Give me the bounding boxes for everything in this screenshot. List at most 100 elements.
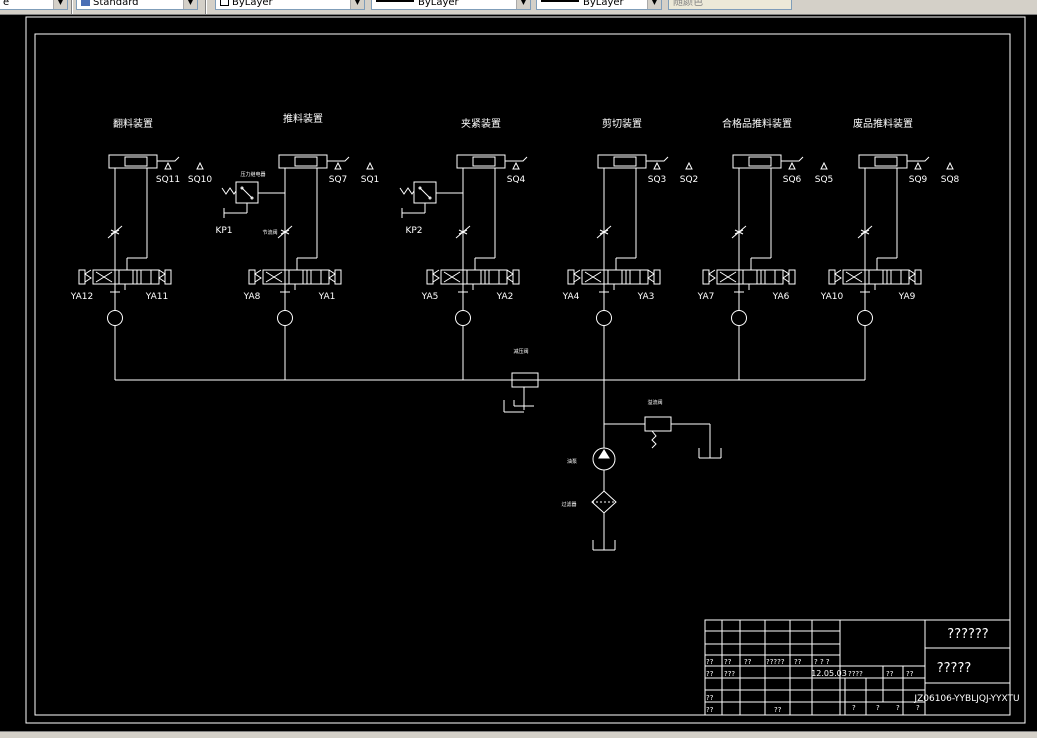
- limit-switch-label: SQ8: [941, 175, 960, 185]
- actuator-stations: 翻料装置 SQ11 SQ10 YA12 YA11 推料装置 SQ7 SQ1 YA8 YA1 夹紧装置…: [70, 112, 960, 380]
- valve-position-box: [114, 269, 138, 285]
- check-valve-icon: [857, 310, 873, 326]
- limit-switch-label: SQ7: [329, 175, 348, 185]
- drawing-name: ??????: [947, 627, 988, 642]
- text-style-value: Standard: [93, 0, 139, 8]
- solenoid-label: YA5: [421, 292, 439, 302]
- chevron-down-icon[interactable]: ▼: [647, 0, 661, 9]
- spring-icon: [254, 269, 262, 283]
- designer-value: ???: [724, 670, 735, 678]
- header-cell: ? ? ?: [814, 658, 830, 666]
- kp2-label: KP2: [405, 226, 422, 236]
- linetype-icon: [376, 0, 414, 2]
- solenoid-label: YA8: [243, 292, 261, 302]
- drawing-number: JZ06106-YYBLJQJ-YYXTU: [913, 694, 1019, 704]
- limit-switch-icon: [164, 161, 172, 170]
- cylinder-piston: [472, 156, 496, 167]
- solenoid-icon: [914, 269, 922, 285]
- limit-switch-label: SQ9: [909, 175, 928, 185]
- relief-valve-label: 溢流阀: [647, 399, 662, 406]
- lineweight-icon: [541, 0, 579, 2]
- spring-icon: [647, 269, 655, 283]
- color-value: ByLayer: [232, 0, 273, 8]
- header-cell: ??: [744, 658, 752, 666]
- chevron-down-icon[interactable]: ▼: [350, 0, 364, 9]
- piston-rod: [327, 156, 350, 162]
- pump-label: 油泵: [567, 458, 577, 465]
- header-cell: ??: [706, 658, 714, 666]
- solenoid-icon: [334, 269, 342, 285]
- piston-rod: [157, 156, 180, 162]
- kp1-label: KP1: [215, 226, 232, 236]
- toolbar-separator: [205, 0, 207, 14]
- limit-switch-icon: [653, 161, 661, 170]
- solenoid-icon: [512, 269, 520, 285]
- spring-icon: [573, 269, 581, 283]
- chevron-down-icon[interactable]: ▼: [183, 0, 197, 9]
- stage-label: ????: [848, 670, 863, 678]
- solenoid-icon: [78, 269, 86, 285]
- reducing-valve-label: 减压阀: [513, 348, 528, 355]
- valve-position-box: [625, 269, 649, 285]
- piston-rod: [907, 156, 930, 162]
- check-valve-icon: [107, 310, 123, 326]
- linetype-value: ByLayer: [418, 0, 459, 8]
- spring-icon: [834, 269, 842, 283]
- hydraulic-pump: [592, 447, 616, 491]
- valve-position-box: [738, 269, 762, 285]
- solenoid-label: YA1: [318, 292, 336, 302]
- cylinder-piston: [124, 156, 148, 167]
- limit-switch-label: SQ5: [815, 175, 834, 185]
- drawing-canvas[interactable]: 减压阀 溢流阀 油泵 过滤器 压力继电器 KP1 KP2 节流阀 翻料装置 SQ…: [0, 14, 1037, 731]
- solenoid-label: YA2: [496, 292, 514, 302]
- solenoid-icon: [248, 269, 256, 285]
- limit-switch-icon: [788, 161, 796, 170]
- solenoid-label: YA7: [697, 292, 715, 302]
- linetype-dropdown[interactable]: ByLayer ▼: [371, 0, 531, 10]
- station-title: 剪切装置: [602, 117, 642, 130]
- limit-switch-label: SQ10: [188, 175, 213, 185]
- limit-switch-label: SQ11: [156, 175, 180, 185]
- sheet-mark: ?: [876, 704, 880, 712]
- drawing-date: 12.05.03: [811, 669, 847, 678]
- check-valve-icon: [596, 310, 612, 326]
- solenoid-label: YA3: [637, 292, 655, 302]
- check-valve-icon: [277, 310, 293, 326]
- valve-position-box: [136, 269, 160, 285]
- approver-value: ??: [774, 706, 782, 714]
- lineweight-dropdown[interactable]: ByLayer ▼: [536, 0, 662, 10]
- chevron-down-icon[interactable]: ▼: [53, 0, 67, 9]
- cylinder-piston: [613, 156, 637, 167]
- valve-position-box: [306, 269, 330, 285]
- limit-switch-icon: [685, 161, 693, 170]
- partial-dropdown[interactable]: e ▼: [0, 0, 68, 10]
- valve-position-box: [603, 269, 627, 285]
- plot-style-value: 随颜色: [673, 0, 703, 8]
- pressure-switch-kp1: [221, 181, 285, 218]
- station-title: 合格品推料装置: [722, 117, 792, 130]
- spring-icon: [84, 269, 92, 283]
- chevron-down-icon[interactable]: ▼: [516, 0, 530, 9]
- limit-switch-label: SQ4: [507, 175, 526, 185]
- solenoid-icon: [788, 269, 796, 285]
- color-dropdown[interactable]: ByLayer ▼: [215, 0, 365, 10]
- valve-position-box: [886, 269, 910, 285]
- station-title: 推料装置: [283, 112, 323, 125]
- approver-label: ??: [706, 706, 714, 714]
- throttle-valve-label: 节流阀: [262, 229, 277, 236]
- limit-switch-label: SQ3: [648, 175, 667, 185]
- limit-switch-icon: [946, 161, 954, 170]
- checker-label: ??: [706, 694, 714, 702]
- plot-style-dropdown[interactable]: 随颜色: [668, 0, 792, 10]
- text-style-dropdown[interactable]: Standard ▼: [76, 0, 198, 10]
- text-style-icon: [81, 0, 90, 6]
- spring-icon: [506, 269, 514, 283]
- station-title: 废品推料装置: [853, 117, 913, 130]
- limit-switch-label: SQ6: [783, 175, 802, 185]
- sheet-mark: ?: [852, 704, 856, 712]
- toolbar-separator: [71, 0, 73, 14]
- pressure-switch-label: 压力继电器: [240, 171, 265, 178]
- school-name: ?????: [937, 661, 972, 676]
- scale-label: ??: [906, 670, 914, 678]
- limit-switch-icon: [366, 161, 374, 170]
